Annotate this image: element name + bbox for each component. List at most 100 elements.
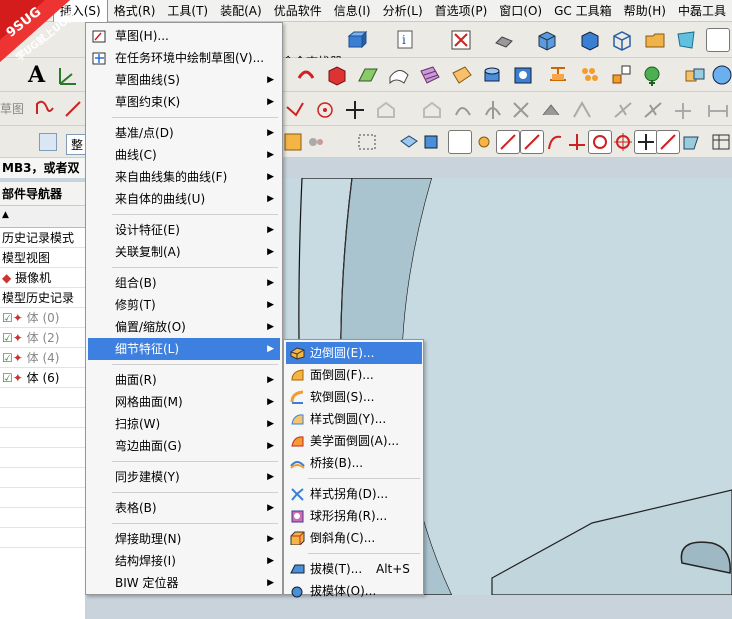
- menu-item-detail-feature[interactable]: 细节特征(L) ▶: [88, 338, 280, 360]
- menu-item-biw-locator[interactable]: BIW 定位器 ▶: [88, 572, 280, 594]
- trim-icon[interactable]: [546, 62, 570, 88]
- menu-item-curve[interactable]: 曲线(C) ▶: [88, 144, 280, 166]
- checkbox-checked[interactable]: ☑: [2, 371, 13, 385]
- extend-curve-icon[interactable]: [540, 99, 562, 121]
- menu-format[interactable]: 格式(R): [108, 0, 162, 22]
- menu-item-associative-copy[interactable]: 关联复制(A) ▶: [88, 241, 280, 263]
- pattern-icon[interactable]: [578, 63, 602, 87]
- snap-arc-icon[interactable]: [544, 131, 566, 153]
- menu-item-sketch[interactable]: 草图(H)...: [88, 25, 280, 47]
- folder-icon[interactable]: [643, 28, 667, 52]
- nav-row-history-mode[interactable]: 历史记录模式: [0, 228, 85, 248]
- extrude-icon[interactable]: [356, 63, 380, 87]
- select-body-icon[interactable]: [398, 131, 420, 153]
- constraint-icon[interactable]: [612, 99, 634, 121]
- nav-row-body-2[interactable]: ☑✦ 体 (2): [0, 328, 85, 348]
- menu-item-mesh-surface[interactable]: 网格曲面(M) ▶: [88, 391, 280, 413]
- line-tool-icon[interactable]: [62, 98, 84, 120]
- menu-youpin[interactable]: 优品软件: [268, 0, 328, 22]
- mesh-icon[interactable]: [418, 63, 442, 87]
- fillet-sketch-icon[interactable]: [284, 99, 306, 121]
- info-icon[interactable]: i: [395, 29, 417, 51]
- checkbox-checked[interactable]: ☑: [2, 311, 13, 325]
- snap-endpoint-button[interactable]: [448, 130, 472, 154]
- move-object-icon[interactable]: [610, 63, 634, 87]
- nav-row-model-history[interactable]: 模型历史记录: [0, 288, 85, 308]
- cube-edges-icon[interactable]: [578, 28, 602, 52]
- nav-row-cameras[interactable]: ◆ 摄像机: [0, 268, 85, 288]
- offset-curve-icon[interactable]: [420, 99, 442, 121]
- box-multi-icon[interactable]: [683, 63, 707, 87]
- point-icon[interactable]: [314, 99, 336, 121]
- view-button[interactable]: [706, 28, 730, 52]
- perpendicular-icon[interactable]: [642, 99, 664, 121]
- submenu-item-chamfer[interactable]: 倒斜角(C)...: [286, 527, 422, 549]
- rectangle-select-icon[interactable]: [356, 131, 378, 153]
- menu-assemblies[interactable]: 装配(A): [214, 0, 268, 22]
- menu-item-synchronous-modeling[interactable]: 同步建模(Y) ▶: [88, 466, 280, 488]
- plus-icon[interactable]: [344, 99, 366, 121]
- menu-item-datum-point[interactable]: 基准/点(D) ▶: [88, 122, 280, 144]
- sketch-label[interactable]: 草图: [0, 100, 24, 117]
- nav-row-body-6[interactable]: ☑✦ 体 (6): [0, 368, 85, 388]
- snap-center-button[interactable]: [588, 130, 612, 154]
- submenu-item-draft-body[interactable]: 拔模体(O)...: [286, 580, 422, 602]
- zoom-icon[interactable]: [493, 29, 515, 51]
- nav-row-body-4[interactable]: ☑✦ 体 (4): [0, 348, 85, 368]
- table-icon[interactable]: [710, 131, 732, 153]
- menu-tools[interactable]: 工具(T): [161, 0, 214, 22]
- revolve-icon[interactable]: [295, 64, 317, 86]
- box-icon[interactable]: [346, 30, 368, 50]
- sphere-icon[interactable]: [710, 63, 732, 87]
- snap-tangent-button[interactable]: [520, 130, 544, 154]
- submenu-item-aesthetic-blend[interactable]: 美学面倒圆(A)...: [286, 430, 422, 452]
- block-hole-icon[interactable]: [511, 63, 535, 87]
- submenu-item-spherical-corner[interactable]: 球形拐角(R)...: [286, 505, 422, 527]
- curve-pattern-icon[interactable]: [452, 99, 474, 121]
- sort-up-icon[interactable]: ▲: [2, 210, 9, 220]
- surface-icon[interactable]: [387, 63, 411, 87]
- view-orient-icon[interactable]: [674, 28, 698, 52]
- menu-information[interactable]: 信息(I): [328, 0, 377, 22]
- snap-intersect-icon[interactable]: [566, 131, 588, 153]
- wireframe-cube-icon[interactable]: [610, 28, 634, 52]
- submenu-item-styled-corner[interactable]: 样式拐角(D)...: [286, 483, 422, 505]
- menu-item-sweep[interactable]: 扫掠(W) ▶: [88, 413, 280, 435]
- dimension-icon[interactable]: [706, 99, 730, 121]
- mirror-curve-icon[interactable]: [482, 99, 504, 121]
- cylinder-icon[interactable]: [480, 63, 504, 87]
- submenu-item-edge-blend[interactable]: 边倒圆(E)...: [286, 342, 422, 364]
- menu-window[interactable]: 窗口(O): [493, 0, 548, 22]
- menu-item-weld-assistant[interactable]: 焊接助理(N) ▶: [88, 528, 280, 550]
- menu-help[interactable]: 帮助(H): [618, 0, 672, 22]
- grid-surface-icon[interactable]: [450, 63, 474, 87]
- trim-curve-icon[interactable]: [510, 99, 532, 121]
- shaded-cube-icon[interactable]: [535, 28, 559, 52]
- checkbox-checked[interactable]: ☑: [2, 351, 13, 365]
- snap-point-button[interactable]: [634, 130, 658, 154]
- menu-item-sketch-curves[interactable]: 草图曲线(S) ▶: [88, 69, 280, 91]
- menu-zhonglei-tools[interactable]: 中磊工具: [672, 0, 732, 22]
- menu-item-curve-from-bodies[interactable]: 来自体的曲线(U) ▶: [88, 188, 280, 210]
- menu-item-sketch-constraints[interactable]: 草图约束(K) ▶: [88, 91, 280, 113]
- polygon-icon[interactable]: [374, 99, 400, 121]
- checkbox-checked[interactable]: ☑: [2, 331, 13, 345]
- menu-item-curve-from-curves[interactable]: 来自曲线集的曲线(F) ▶: [88, 166, 280, 188]
- corner-icon[interactable]: [571, 99, 593, 121]
- snap-bound-icon[interactable]: [680, 131, 702, 153]
- snap-icon[interactable]: [282, 131, 304, 153]
- menu-item-task-sketch[interactable]: 在任务环境中绘制草图(V)...: [88, 47, 280, 69]
- menu-item-offset-scale[interactable]: 偏置/缩放(O) ▶: [88, 316, 280, 338]
- submenu-item-styled-blend[interactable]: 样式倒圆(Y)...: [286, 408, 422, 430]
- snap-midpoint-icon[interactable]: [473, 131, 495, 153]
- red-cube-icon[interactable]: [325, 63, 349, 87]
- submenu-item-soft-blend[interactable]: 软倒圆(S)...: [286, 386, 422, 408]
- chevron-down-icon[interactable]: [39, 133, 57, 151]
- submenu-item-face-blend[interactable]: 面倒圆(F)...: [286, 364, 422, 386]
- snap-vertex-icon[interactable]: [305, 131, 327, 153]
- menu-item-combine[interactable]: 组合(B) ▶: [88, 272, 280, 294]
- submenu-item-draft[interactable]: 拔模(T)... Alt+S: [286, 558, 422, 580]
- menu-item-design-feature[interactable]: 设计特征(E) ▶: [88, 219, 280, 241]
- menu-preferences[interactable]: 首选项(P): [429, 0, 494, 22]
- nav-row-body-0[interactable]: ☑✦ 体 (0): [0, 308, 85, 328]
